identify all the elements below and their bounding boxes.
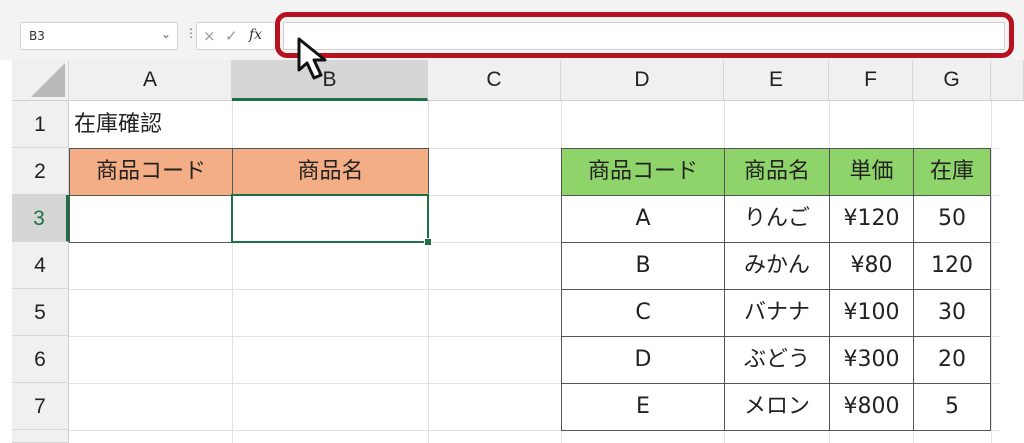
table-cell-code[interactable]: E [561,383,725,431]
table-cell-code[interactable]: C [561,289,725,337]
table-header-product-name[interactable]: 商品名 [724,148,830,196]
row-header-1[interactable]: 1 [12,101,69,148]
column-header-next[interactable] [991,60,1024,101]
fill-handle[interactable] [424,238,432,246]
row-header-3[interactable]: 3 [12,195,69,242]
table-header-stock[interactable]: 在庫 [913,148,991,196]
table-cell-stock[interactable]: 20 [913,336,991,384]
table-cell-name[interactable]: みかん [724,242,830,290]
row-header-5[interactable]: 5 [12,289,69,336]
table-cell-stock[interactable]: 5 [913,383,991,431]
insert-function-icon[interactable]: fx [249,27,262,43]
cell-b2-product-name-header[interactable]: 商品名 [232,148,429,196]
table-header-unit-price[interactable]: 単価 [829,148,914,196]
table-cell-name[interactable]: バナナ [724,289,830,337]
row-header-6[interactable]: 6 [12,336,69,383]
row-header-8[interactable] [12,430,69,443]
cancel-icon[interactable]: × [203,27,216,45]
gridline [991,101,992,443]
table-cell-code[interactable]: D [561,336,725,384]
table-cell-name[interactable]: りんご [724,195,830,243]
formula-bar: B3 ⌄ ⋮ × ✓ fx [0,0,1024,60]
table-cell-name[interactable]: ぶどう [724,336,830,384]
table-cell-price[interactable]: ¥800 [829,383,914,431]
table-cell-stock[interactable]: 30 [913,289,991,337]
row-header-7[interactable]: 7 [12,383,69,430]
table-cell-price[interactable]: ¥100 [829,289,914,337]
cell-a2-product-code-header[interactable]: 商品コード [69,148,233,196]
row-header-4[interactable]: 4 [12,242,69,289]
select-all-corner[interactable] [12,60,69,101]
column-header-a[interactable]: A [69,60,232,101]
chevron-down-icon[interactable]: ⌄ [161,27,171,41]
table-cell-code[interactable]: A [561,195,725,243]
table-cell-stock[interactable]: 120 [913,242,991,290]
formula-buttons: × ✓ fx [196,22,276,50]
cell-a3-input[interactable] [69,195,233,243]
mouse-pointer-icon [297,37,327,80]
enter-icon[interactable]: ✓ [225,27,238,45]
table-cell-price[interactable]: ¥80 [829,242,914,290]
table-header-product-code[interactable]: 商品コード [561,148,725,196]
column-header-e[interactable]: E [724,60,829,101]
table-cell-price[interactable]: ¥120 [829,195,914,243]
column-header-f[interactable]: F [829,60,913,101]
column-header-c[interactable]: C [428,60,561,101]
cell-a1-title[interactable]: 在庫確認 [74,101,162,148]
name-box[interactable]: B3 ⌄ [20,22,178,50]
column-header-g[interactable]: G [913,60,991,101]
name-box-value: B3 [29,29,45,43]
formula-bar-highlight [275,12,1014,58]
cell-b3-selected[interactable] [231,194,429,243]
table-cell-stock[interactable]: 50 [913,195,991,243]
table-cell-code[interactable]: B [561,242,725,290]
table-cell-name[interactable]: メロン [724,383,830,431]
column-header-d[interactable]: D [561,60,724,101]
table-cell-price[interactable]: ¥300 [829,336,914,384]
row-header-2[interactable]: 2 [12,148,69,195]
